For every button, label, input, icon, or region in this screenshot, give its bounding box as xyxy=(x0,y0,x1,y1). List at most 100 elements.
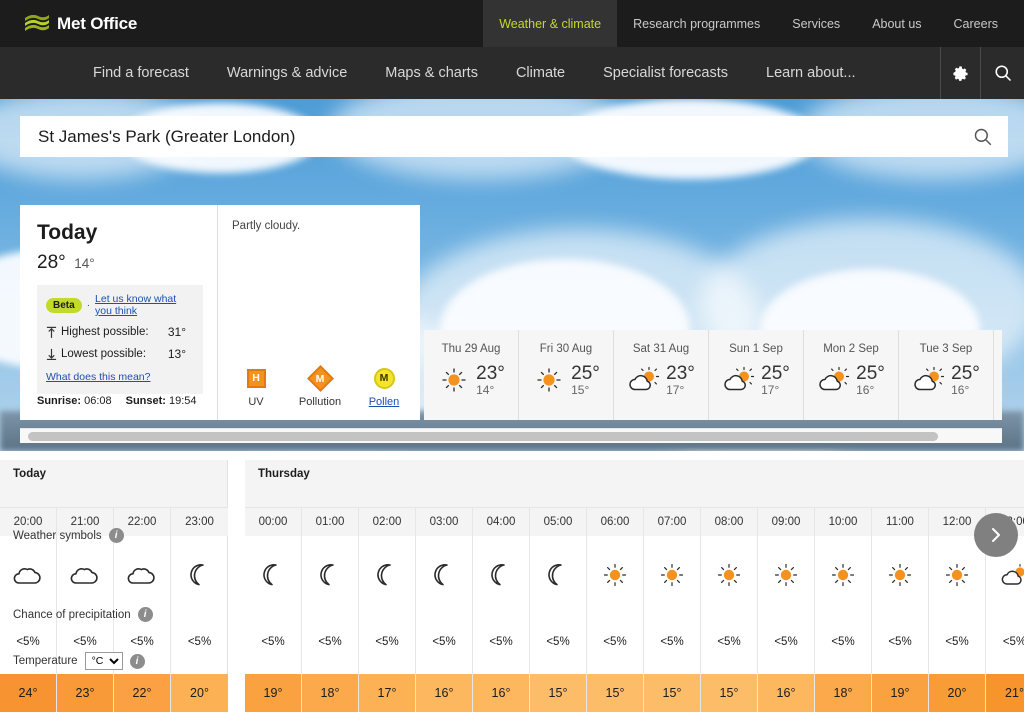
feedback-link[interactable]: Let us know what you think xyxy=(95,293,194,317)
day-cell-sat-31-aug[interactable]: Sat 31 Aug 23° 17° xyxy=(614,330,709,420)
clear-night-icon xyxy=(263,563,277,585)
pollution-indicator[interactable]: M Pollution xyxy=(288,364,352,408)
topnav-item-careers[interactable]: Careers xyxy=(938,0,1014,47)
hour-symbol xyxy=(114,536,170,613)
hour-column-0900[interactable]: 09:00 <5% 16° xyxy=(758,507,815,712)
hour-time: 11:00 xyxy=(872,507,928,536)
primary-nav-items: Find a forecast Warnings & advice Maps &… xyxy=(0,47,875,99)
scrollbar-thumb[interactable] xyxy=(28,432,938,441)
day-cell-mon-2-sep[interactable]: Mon 2 Sep 25° 16° xyxy=(804,330,899,420)
hour-symbol xyxy=(0,536,56,613)
hourly-forecast-panel[interactable]: Today 20:00 <5% 24° 21:00 <5% 23° 22:00 … xyxy=(0,460,1024,712)
info-icon-temperature[interactable]: i xyxy=(129,653,145,669)
hourly-group-today: Today 20:00 <5% 24° 21:00 <5% 23° 22:00 … xyxy=(0,460,228,712)
beta-separator: · xyxy=(86,299,91,311)
day-cell-tue-3-sep[interactable]: Tue 3 Sep 25° 16° xyxy=(899,330,994,420)
uv-level-badge: H xyxy=(246,368,266,388)
day-cell-fri-30-aug[interactable]: Fri 30 Aug 25° 15° xyxy=(519,330,614,420)
day-name: Tue 3 Sep xyxy=(919,343,973,355)
clear-night-icon xyxy=(491,563,505,585)
nav-search-button[interactable] xyxy=(980,47,1024,99)
sunset-label: Sunset: xyxy=(125,395,166,407)
hour-temp: 19° xyxy=(245,674,301,712)
info-icon-precipitation[interactable]: i xyxy=(137,607,153,622)
clear-night-icon xyxy=(189,563,204,585)
what-does-this-mean-link[interactable]: What does this mean? xyxy=(46,371,150,383)
hour-temp: 20° xyxy=(929,674,985,712)
hour-symbol xyxy=(815,536,871,613)
hour-column-0000[interactable]: 00:00 <5% 19° xyxy=(245,507,302,712)
today-title: Today xyxy=(37,221,98,244)
hour-column-0100[interactable]: 01:00 <5% 18° xyxy=(302,507,359,712)
day-name: Sun 1 Sep xyxy=(729,343,783,355)
location-search-bar[interactable] xyxy=(20,116,1008,157)
pollen-label-link[interactable]: Pollen xyxy=(352,396,416,408)
topnav-item-services[interactable]: Services xyxy=(776,0,856,47)
sunny-icon xyxy=(537,368,561,392)
hourly-group-day-label: Thursday xyxy=(245,460,1024,507)
topnav-item-about-us[interactable]: About us xyxy=(856,0,937,47)
hour-column-0800[interactable]: 08:00 <5% 15° xyxy=(701,507,758,712)
hour-symbol xyxy=(872,536,928,613)
pollen-glyph: M xyxy=(352,365,416,391)
sunny-intervals-icon xyxy=(629,367,660,391)
arrow-up-to-line-icon xyxy=(46,326,57,338)
uv-indicator[interactable]: H UV xyxy=(224,365,288,408)
environment-indicators: H UV M Pollution M Pollen xyxy=(224,364,416,408)
day-low: 17° xyxy=(666,382,685,397)
weather-summary-text: Partly cloudy. xyxy=(232,220,301,232)
hour-symbol xyxy=(302,536,358,613)
day-cell-sun-1-sep[interactable]: Sun 1 Sep 25° 17° xyxy=(709,330,804,420)
nav-item-specialist-forecasts[interactable]: Specialist forecasts xyxy=(584,47,747,99)
search-input[interactable] xyxy=(38,126,972,147)
primary-nav-actions xyxy=(940,47,1024,99)
hour-symbol xyxy=(530,536,586,613)
daily-forecast-strip[interactable]: Thu 29 Aug 23° 14° Fri 30 Aug 25° 15° Sa… xyxy=(424,330,1002,420)
hour-column-0200[interactable]: 02:00 <5% 17° xyxy=(359,507,416,712)
day-cell-partial-next[interactable] xyxy=(994,330,1002,420)
hour-symbol xyxy=(416,536,472,613)
topnav-item-weather-climate[interactable]: Weather & climate xyxy=(483,0,618,47)
hour-column-0400[interactable]: 04:00 <5% 16° xyxy=(473,507,530,712)
pollen-indicator[interactable]: M Pollen xyxy=(352,365,416,408)
lowest-possible-row: Lowest possible: 13° xyxy=(46,347,194,361)
hour-temp: 19° xyxy=(872,674,928,712)
search-icon[interactable] xyxy=(972,126,994,148)
hour-time: 06:00 xyxy=(587,507,643,536)
hour-precip: <5% xyxy=(774,635,798,648)
lowest-possible-label: Lowest possible: xyxy=(61,348,147,360)
brand-logo[interactable]: Met Office xyxy=(0,0,137,47)
sunset-value: 19:54 xyxy=(169,395,197,407)
topnav-item-research-programmes[interactable]: Research programmes xyxy=(617,0,776,47)
nav-item-learn-about[interactable]: Learn about... xyxy=(747,47,875,99)
hour-column-2300[interactable]: 23:00 <5% 20° xyxy=(171,507,228,712)
nav-item-find-a-forecast[interactable]: Find a forecast xyxy=(74,47,208,99)
hour-column-0600[interactable]: 06:00 <5% 15° xyxy=(587,507,644,712)
day-cell-thu-29-aug[interactable]: Thu 29 Aug 23° 14° xyxy=(424,330,519,420)
hourly-next-button[interactable] xyxy=(974,513,1018,557)
top-bar: Met Office Weather & climate Research pr… xyxy=(0,0,1024,47)
hour-precip: <5% xyxy=(261,635,285,648)
day-temps: 23° 14° xyxy=(476,364,505,397)
day-body: 23° 14° xyxy=(424,364,518,397)
temperature-unit-select[interactable]: °C °F xyxy=(84,652,123,670)
daily-strip-scrollbar[interactable] xyxy=(20,428,1002,443)
nav-item-warnings-advice[interactable]: Warnings & advice xyxy=(208,47,366,99)
row-label-weather-symbols: Weather symbols i xyxy=(13,528,124,543)
hourly-group-thursday: Thursday 00:00 <5% 19° 01:00 <5% 18° 02:… xyxy=(245,460,1024,712)
settings-button[interactable] xyxy=(940,47,980,99)
day-low: 15° xyxy=(571,382,590,397)
nav-item-maps-charts[interactable]: Maps & charts xyxy=(366,47,497,99)
hour-precip: <5% xyxy=(603,635,627,648)
hour-time: 03:00 xyxy=(416,507,472,536)
hour-column-0500[interactable]: 05:00 <5% 15° xyxy=(530,507,587,712)
row-label-text: Weather symbols xyxy=(13,529,102,542)
hour-column-1100[interactable]: 11:00 <5% 19° xyxy=(872,507,929,712)
hour-temp: 15° xyxy=(701,674,757,712)
nav-item-climate[interactable]: Climate xyxy=(497,47,584,99)
clear-night-icon xyxy=(434,563,448,585)
hour-column-1000[interactable]: 10:00 <5% 18° xyxy=(815,507,872,712)
hour-column-0700[interactable]: 07:00 <5% 15° xyxy=(644,507,701,712)
info-icon-weather-symbols[interactable]: i xyxy=(108,528,124,543)
hour-column-0300[interactable]: 03:00 <5% 16° xyxy=(416,507,473,712)
